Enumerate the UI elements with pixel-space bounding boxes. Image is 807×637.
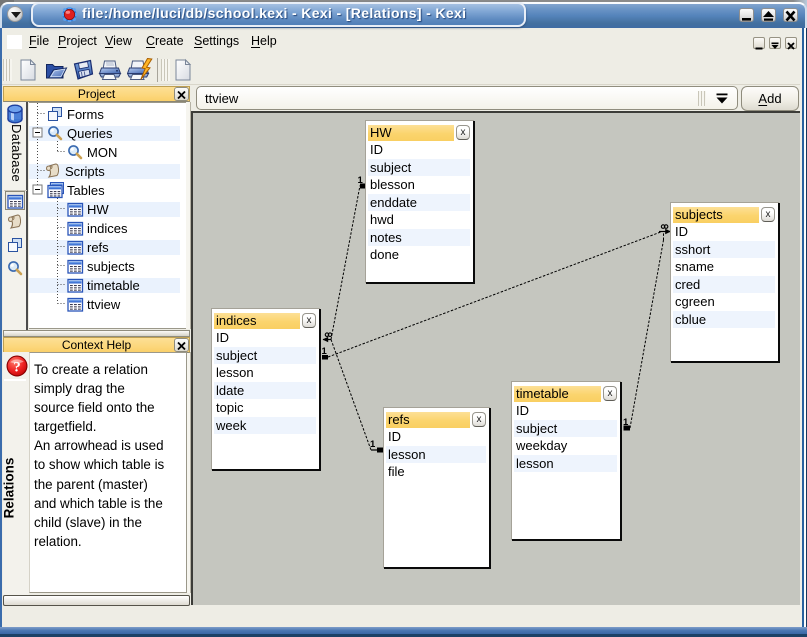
svg-text:1: 1 <box>370 439 376 450</box>
svg-text:1: 1 <box>322 346 328 357</box>
svg-text:1: 1 <box>623 417 629 428</box>
svg-text:?: ? <box>13 360 21 376</box>
svg-text:1: 1 <box>358 175 364 186</box>
